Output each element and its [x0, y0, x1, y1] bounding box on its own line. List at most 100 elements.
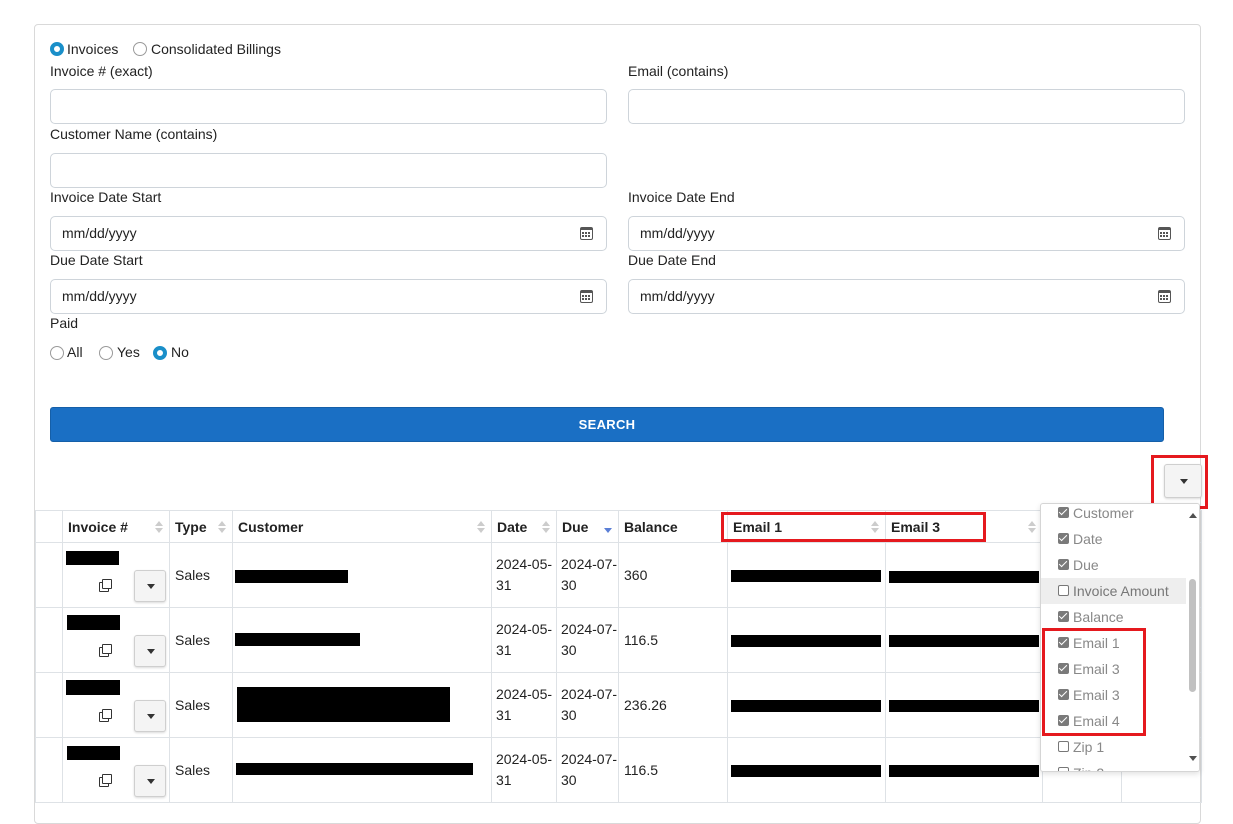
radio-invoices[interactable]	[50, 42, 64, 56]
menu-item-customer[interactable]: Customer	[1041, 504, 1186, 526]
menu-item-email-3-duplicate[interactable]: Email 3	[1041, 682, 1186, 708]
col-header-invoice-number[interactable]: Invoice #	[62, 510, 170, 543]
menu-item-due[interactable]: Due	[1041, 552, 1186, 578]
checkbox-checked-icon[interactable]	[1058, 715, 1069, 726]
checkbox-unchecked-icon[interactable]	[1058, 585, 1069, 596]
radio-paid-yes[interactable]	[99, 346, 113, 360]
row-select-cell[interactable]	[35, 542, 63, 608]
radio-consolidated-billings[interactable]	[133, 42, 147, 56]
redacted-email	[889, 765, 1039, 777]
menu-item-zip-2[interactable]: Zip 2	[1041, 760, 1186, 771]
calendar-icon[interactable]	[580, 227, 593, 240]
invoice-date-start-label: Invoice Date Start	[50, 189, 162, 205]
copy-icon[interactable]	[99, 774, 112, 787]
checkbox-checked-icon[interactable]	[1058, 637, 1069, 648]
email-input[interactable]	[628, 89, 1185, 124]
col-header-email-3[interactable]: Email 3	[885, 510, 1043, 543]
scroll-up-arrow-icon[interactable]	[1189, 513, 1197, 518]
sort-icon[interactable]	[218, 521, 226, 534]
menu-scrollbar[interactable]	[1186, 504, 1199, 771]
col-header-type[interactable]: Type	[169, 510, 233, 543]
checkbox-unchecked-icon[interactable]	[1058, 741, 1069, 752]
sort-icon[interactable]	[542, 521, 550, 534]
email-label: Email (contains)	[628, 63, 729, 79]
invoice-number-input[interactable]	[50, 89, 607, 124]
copy-icon[interactable]	[99, 709, 112, 722]
sort-desc-icon[interactable]	[604, 521, 612, 534]
table-row[interactable]: Sales 2024-05- 31 2024-07- 30 116.5	[35, 607, 1202, 673]
table-row[interactable]: Sales 2024-05- 31 2024-07- 30 360	[35, 542, 1202, 608]
row-select-cell[interactable]	[35, 737, 63, 803]
col-header-date[interactable]: Date	[491, 510, 557, 543]
invoice-date-start-placeholder: mm/dd/yyyy	[62, 225, 137, 241]
radio-paid-all[interactable]	[50, 346, 64, 360]
row-select-cell[interactable]	[35, 607, 63, 673]
col-header-due[interactable]: Due	[556, 510, 619, 543]
sort-icon[interactable]	[1028, 521, 1036, 534]
search-button[interactable]: SEARCH	[50, 407, 1164, 442]
row-select-cell[interactable]	[35, 672, 63, 738]
sort-icon[interactable]	[477, 521, 485, 534]
row-actions-button[interactable]	[134, 765, 166, 797]
sort-icon[interactable]	[871, 521, 879, 534]
col-header-balance[interactable]: Balance	[618, 510, 728, 543]
type-cell: Sales	[169, 672, 233, 738]
menu-item-invoice-amount[interactable]: Invoice Amount	[1041, 578, 1186, 604]
copy-icon[interactable]	[99, 579, 112, 592]
calendar-icon[interactable]	[1158, 290, 1171, 303]
invoice-number-cell	[62, 607, 170, 673]
calendar-icon[interactable]	[580, 290, 593, 303]
menu-item-email-3[interactable]: Email 3	[1041, 656, 1186, 682]
due-date-end-input[interactable]: mm/dd/yyyy	[628, 279, 1185, 314]
menu-item-date[interactable]: Date	[1041, 526, 1186, 552]
row-actions-button[interactable]	[134, 570, 166, 602]
due-date-start-input[interactable]: mm/dd/yyyy	[50, 279, 607, 314]
redacted-email	[889, 700, 1039, 712]
invoice-date-start-input[interactable]: mm/dd/yyyy	[50, 216, 607, 251]
checkbox-checked-icon[interactable]	[1058, 559, 1069, 570]
date-cell: 2024-05- 31	[491, 542, 557, 608]
sort-icon[interactable]	[155, 521, 163, 534]
checkbox-checked-icon[interactable]	[1058, 611, 1069, 622]
column-visibility-button[interactable]	[1164, 464, 1202, 498]
checkbox-checked-icon[interactable]	[1058, 663, 1069, 674]
type-cell: Sales	[169, 607, 233, 673]
date-cell: 2024-05- 31	[491, 672, 557, 738]
redacted-email	[731, 700, 881, 712]
customer-name-input[interactable]	[50, 153, 607, 188]
redacted-email	[889, 635, 1039, 647]
checkbox-checked-icon[interactable]	[1058, 507, 1069, 518]
col-header-label: Email 3	[891, 518, 941, 535]
checkbox-unchecked-icon[interactable]	[1058, 767, 1069, 771]
scroll-down-arrow-icon[interactable]	[1189, 756, 1197, 761]
menu-item-zip-1[interactable]: Zip 1	[1041, 734, 1186, 760]
row-actions-button[interactable]	[134, 635, 166, 667]
row-actions-button[interactable]	[134, 700, 166, 732]
date-line-2: 31	[496, 577, 512, 593]
checkbox-checked-icon[interactable]	[1058, 533, 1069, 544]
customer-cell	[232, 672, 492, 738]
date-line-2: 31	[496, 772, 512, 788]
menu-item-balance[interactable]: Balance	[1041, 604, 1186, 630]
col-header-customer[interactable]: Customer	[232, 510, 492, 543]
checkbox-checked-icon[interactable]	[1058, 689, 1069, 700]
col-header-email-1[interactable]: Email 1	[727, 510, 886, 543]
col-header-label: Customer	[238, 518, 304, 535]
redacted-email	[731, 570, 881, 582]
email-3-cell	[885, 607, 1043, 673]
email-3-cell	[885, 737, 1043, 803]
invoice-date-end-input[interactable]: mm/dd/yyyy	[628, 216, 1185, 251]
table-row[interactable]: Sales 2024-05- 31 2024-07- 30 116.5	[35, 737, 1202, 803]
copy-icon[interactable]	[99, 644, 112, 657]
menu-item-email-1[interactable]: Email 1	[1041, 630, 1186, 656]
redacted-invoice-number	[67, 615, 120, 630]
menu-scrollbar-thumb[interactable]	[1189, 579, 1196, 692]
menu-item-email-4[interactable]: Email 4	[1041, 708, 1186, 734]
radio-paid-no[interactable]	[153, 346, 167, 360]
invoice-table: Invoice # Type Customer Date Due Balance…	[35, 510, 1202, 803]
table-row[interactable]: Sales 2024-05- 31 2024-07- 30 236.26	[35, 672, 1202, 738]
menu-item-label: Invoice Amount	[1073, 583, 1169, 599]
col-header-label: Due	[562, 518, 589, 535]
calendar-icon[interactable]	[1158, 227, 1171, 240]
menu-item-label: Zip 2	[1073, 760, 1104, 771]
